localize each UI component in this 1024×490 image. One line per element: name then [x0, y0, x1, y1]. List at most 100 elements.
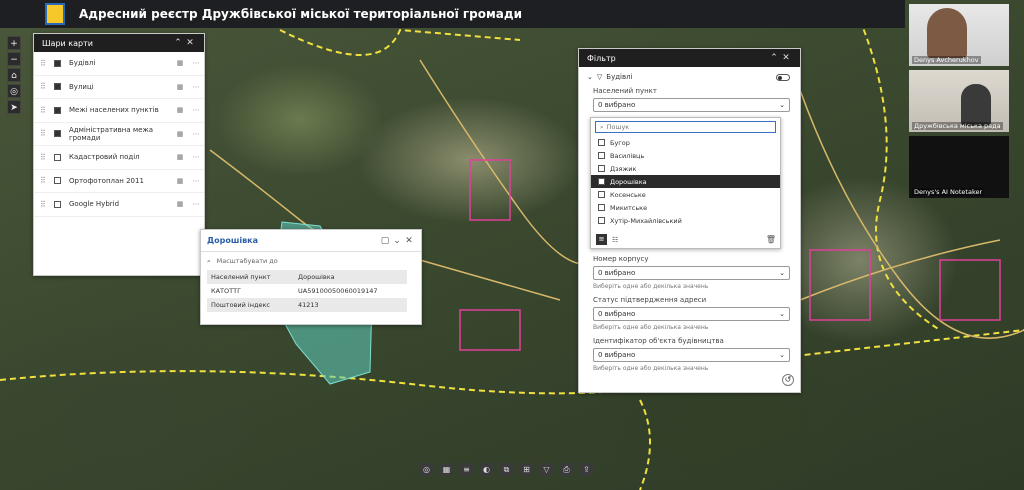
layer-checkbox[interactable]: [54, 83, 61, 91]
close-icon[interactable]: ✕: [184, 38, 196, 48]
chevron-down-icon[interactable]: ⌄: [391, 236, 403, 246]
legend-icon[interactable]: ▦: [172, 130, 188, 138]
drag-handle-icon[interactable]: ⠿: [40, 200, 54, 209]
settlement-option[interactable]: Бугор: [591, 136, 780, 149]
layer-item[interactable]: ⠿ Ортофотоплан 2011 ▦ ⋯: [34, 170, 204, 193]
option-label: Бугор: [610, 138, 630, 147]
layer-item[interactable]: ⠿ Кадастровий поділ ▦ ⋯: [34, 146, 204, 170]
layer-label: Межі населених пунктів: [69, 106, 159, 115]
option-checkbox[interactable]: [598, 204, 605, 211]
settlement-option[interactable]: Василівць: [591, 149, 780, 162]
home-icon[interactable]: ⌂: [7, 68, 21, 82]
field-hint: Виберіть одне або декілька значень: [593, 324, 709, 331]
field-label: Номер корпусу: [593, 255, 649, 263]
settlement-option[interactable]: Хутір-Михайлівський: [591, 214, 780, 227]
layer-checkbox[interactable]: [54, 153, 61, 161]
layers-icon[interactable]: ◎: [420, 463, 433, 476]
collapse-icon[interactable]: ⌃: [768, 53, 780, 63]
settlement-select[interactable]: 0 вибрано ⌄: [593, 98, 790, 112]
layer-checkbox[interactable]: [54, 200, 61, 208]
trash-icon[interactable]: 🗑: [766, 235, 776, 244]
more-options-icon[interactable]: ⋯: [188, 177, 204, 185]
field-select[interactable]: 0 вибрано ⌄: [593, 348, 790, 362]
layer-item[interactable]: ⠿ Адміністративна межа громади ▦ ⋯: [34, 123, 204, 146]
bookmark-icon[interactable]: ⧉: [500, 463, 513, 476]
layer-label: Будівлі: [69, 59, 96, 68]
filter-icon[interactable]: ▽: [540, 463, 553, 476]
more-options-icon[interactable]: ⋯: [188, 130, 204, 138]
option-checkbox[interactable]: [598, 178, 605, 185]
chevron-down-icon[interactable]: ⌄: [587, 73, 593, 81]
legend-icon[interactable]: ▦: [172, 200, 188, 208]
layer-checkbox[interactable]: [54, 177, 61, 185]
drag-handle-icon[interactable]: ⠿: [40, 129, 54, 138]
more-options-icon[interactable]: ⋯: [188, 59, 204, 67]
chevron-down-icon: ⌄: [779, 269, 785, 277]
close-icon[interactable]: ✕: [780, 53, 792, 63]
close-icon[interactable]: ✕: [403, 236, 415, 246]
legend-icon[interactable]: ▦: [172, 153, 188, 161]
zoom-out-button[interactable]: −: [7, 52, 21, 66]
option-checkbox[interactable]: [598, 217, 605, 224]
drag-handle-icon[interactable]: ⠿: [40, 106, 54, 115]
layer-item[interactable]: ⠿ Будівлі ▦ ⋯: [34, 52, 204, 76]
option-checkbox[interactable]: [598, 165, 605, 172]
drag-handle-icon[interactable]: ⠿: [40, 59, 54, 68]
field-select[interactable]: 0 вибрано ⌄: [593, 307, 790, 321]
locate-icon[interactable]: ◎: [7, 84, 21, 98]
legend-icon[interactable]: ▦: [172, 106, 188, 114]
filter-field: Номер корпусу 0 вибрано ⌄ Виберіть одне а…: [593, 255, 790, 290]
compass-icon[interactable]: ➤: [7, 100, 21, 114]
list-view-icon[interactable]: ≡: [596, 234, 607, 245]
video-tile[interactable]: Denys Avcherukhov: [909, 4, 1009, 66]
legend-icon[interactable]: ▦: [172, 83, 188, 91]
field-select-value: 0 вибрано: [598, 351, 636, 359]
more-options-icon[interactable]: ⋯: [188, 153, 204, 161]
layer-checkbox[interactable]: [54, 106, 61, 114]
option-label: Дзяжик: [610, 164, 637, 173]
settlement-option[interactable]: Дзяжик: [591, 162, 780, 175]
select-all-icon[interactable]: ☷: [612, 236, 618, 244]
option-checkbox[interactable]: [598, 139, 605, 146]
layer-checkbox[interactable]: [54, 59, 61, 67]
more-options-icon[interactable]: ⋯: [188, 200, 204, 208]
layer-item[interactable]: ⠿ Google Hybrid ▦ ⋯: [34, 193, 204, 217]
legend-icon[interactable]: ▦: [172, 59, 188, 67]
collapse-icon[interactable]: ⌃: [172, 38, 184, 48]
layer-checkbox[interactable]: [54, 130, 61, 138]
print-icon[interactable]: ⎙: [560, 463, 573, 476]
drag-handle-icon[interactable]: ⠿: [40, 176, 54, 185]
basemap-icon[interactable]: ◐: [480, 463, 493, 476]
zoom-to-icon[interactable]: ⌕: [207, 257, 211, 266]
option-checkbox[interactable]: [598, 152, 605, 159]
legend-icon[interactable]: ▦: [172, 177, 188, 185]
zoom-in-button[interactable]: +: [7, 36, 21, 50]
popup-attribute-table: Населений пункт Дорошівка КАТОТТГ UA5910005…: [207, 270, 407, 312]
settlement-search-input[interactable]: ⌕ Пошук: [595, 121, 776, 133]
more-options-icon[interactable]: ⋯: [188, 106, 204, 114]
reset-icon[interactable]: ↺: [782, 374, 794, 386]
layer-item[interactable]: ⠿ Вулиці ▦ ⋯: [34, 76, 204, 99]
zoom-to-button[interactable]: Масштабувати до: [217, 257, 278, 265]
video-tile[interactable]: Дружбівська міська рада: [909, 70, 1009, 132]
drag-handle-icon[interactable]: ⠿: [40, 82, 54, 91]
more-options-icon[interactable]: ⋯: [188, 83, 204, 91]
coat-of-arms-logo: [45, 3, 65, 25]
drag-handle-icon[interactable]: ⠿: [40, 153, 54, 162]
measure-icon[interactable]: ⊞: [520, 463, 533, 476]
settlement-dropdown: ⌕ Пошук Бугор Василівць Дзяжик Дорошівка Кос…: [590, 117, 781, 249]
settlement-option[interactable]: Косенське: [591, 188, 780, 201]
share-icon[interactable]: ⇪: [580, 463, 593, 476]
table-icon[interactable]: ▦: [440, 463, 453, 476]
option-label: Хутір-Михайлівський: [610, 216, 682, 225]
field-select[interactable]: 0 вибрано ⌄: [593, 266, 790, 280]
settlement-option[interactable]: Дорошівка: [591, 175, 780, 188]
option-checkbox[interactable]: [598, 191, 605, 198]
building-cluster: [939, 259, 1001, 321]
layer-item[interactable]: ⠿ Межі населених пунктів ▦ ⋯: [34, 99, 204, 123]
video-tile[interactable]: Denys's AI Notetaker: [909, 136, 1009, 198]
filter-toggle[interactable]: [776, 73, 790, 81]
dock-icon[interactable]: ▢: [379, 236, 391, 246]
settlement-option[interactable]: Микитське: [591, 201, 780, 214]
list-icon[interactable]: ≡: [460, 463, 473, 476]
